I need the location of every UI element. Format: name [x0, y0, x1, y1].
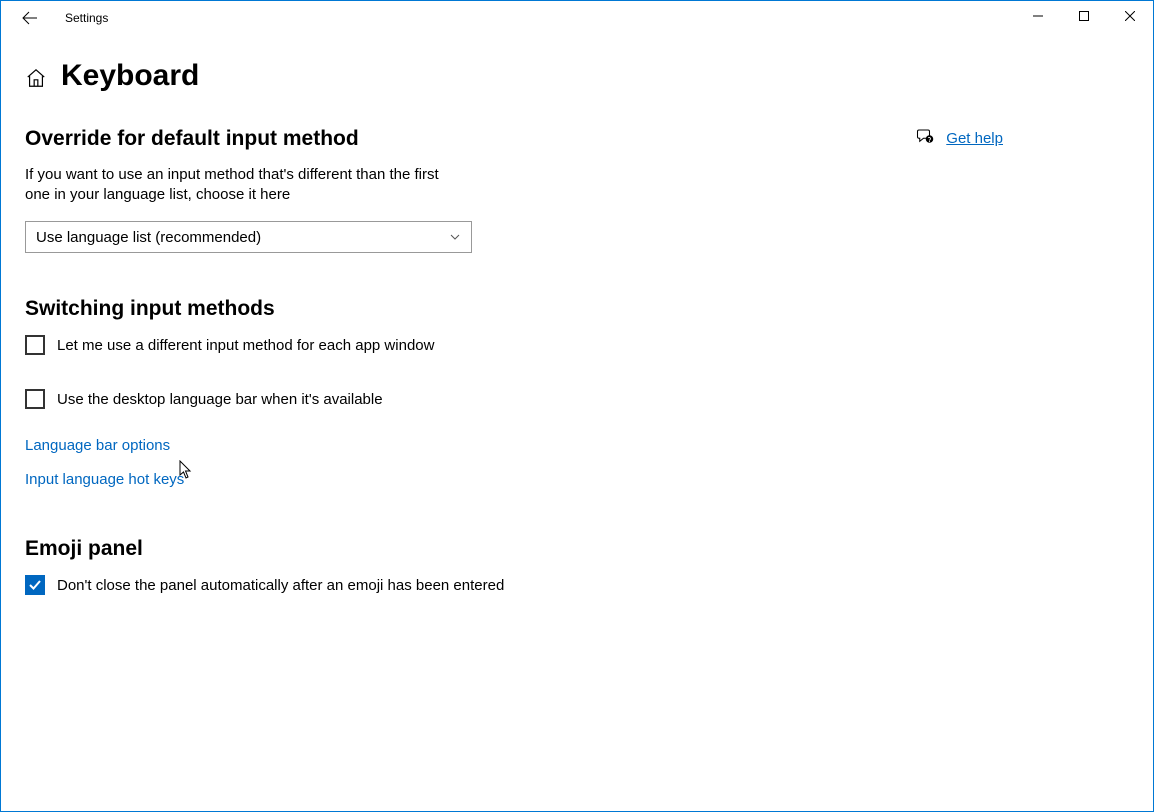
- per-app-input-label: Let me use a different input method for …: [57, 337, 434, 354]
- checkbox-unchecked[interactable]: [25, 389, 45, 409]
- back-arrow-icon: [22, 10, 38, 26]
- side-column: Get help: [916, 127, 1129, 150]
- chevron-down-icon: [449, 231, 461, 243]
- close-icon: [1125, 11, 1135, 21]
- window-controls: [1015, 1, 1153, 31]
- emoji-heading: Emoji panel: [25, 537, 665, 561]
- checkbox-unchecked[interactable]: [25, 335, 45, 355]
- desktop-lang-bar-label: Use the desktop language bar when it's a…: [57, 391, 383, 408]
- maximize-button[interactable]: [1061, 1, 1107, 31]
- back-button[interactable]: [11, 3, 49, 33]
- main-column: Override for default input method If you…: [25, 127, 665, 629]
- maximize-icon: [1079, 11, 1089, 21]
- input-method-dropdown[interactable]: Use language list (recommended): [25, 221, 472, 253]
- desktop-lang-bar-checkbox-row[interactable]: Use the desktop language bar when it's a…: [25, 389, 665, 409]
- page-title: Keyboard: [61, 59, 199, 93]
- override-description: If you want to use an input method that'…: [25, 165, 455, 205]
- emoji-autoclose-checkbox-row[interactable]: Don't close the panel automatically afte…: [25, 575, 665, 595]
- per-app-input-checkbox-row[interactable]: Let me use a different input method for …: [25, 335, 665, 355]
- home-icon[interactable]: [25, 67, 47, 89]
- get-help-link[interactable]: Get help: [946, 130, 1003, 147]
- minimize-icon: [1033, 11, 1043, 21]
- title-bar: Settings: [1, 1, 1153, 35]
- switching-heading: Switching input methods: [25, 297, 665, 321]
- dropdown-value: Use language list (recommended): [36, 229, 261, 246]
- override-heading: Override for default input method: [25, 127, 665, 151]
- app-title: Settings: [65, 11, 108, 25]
- emoji-autoclose-label: Don't close the panel automatically afte…: [57, 577, 504, 594]
- checkbox-checked[interactable]: [25, 575, 45, 595]
- close-button[interactable]: [1107, 1, 1153, 31]
- minimize-button[interactable]: [1015, 1, 1061, 31]
- input-language-hotkeys-link[interactable]: Input language hot keys: [25, 471, 184, 488]
- help-icon: [916, 127, 934, 150]
- page-header: Keyboard: [25, 59, 1153, 93]
- language-bar-options-link[interactable]: Language bar options: [25, 437, 170, 454]
